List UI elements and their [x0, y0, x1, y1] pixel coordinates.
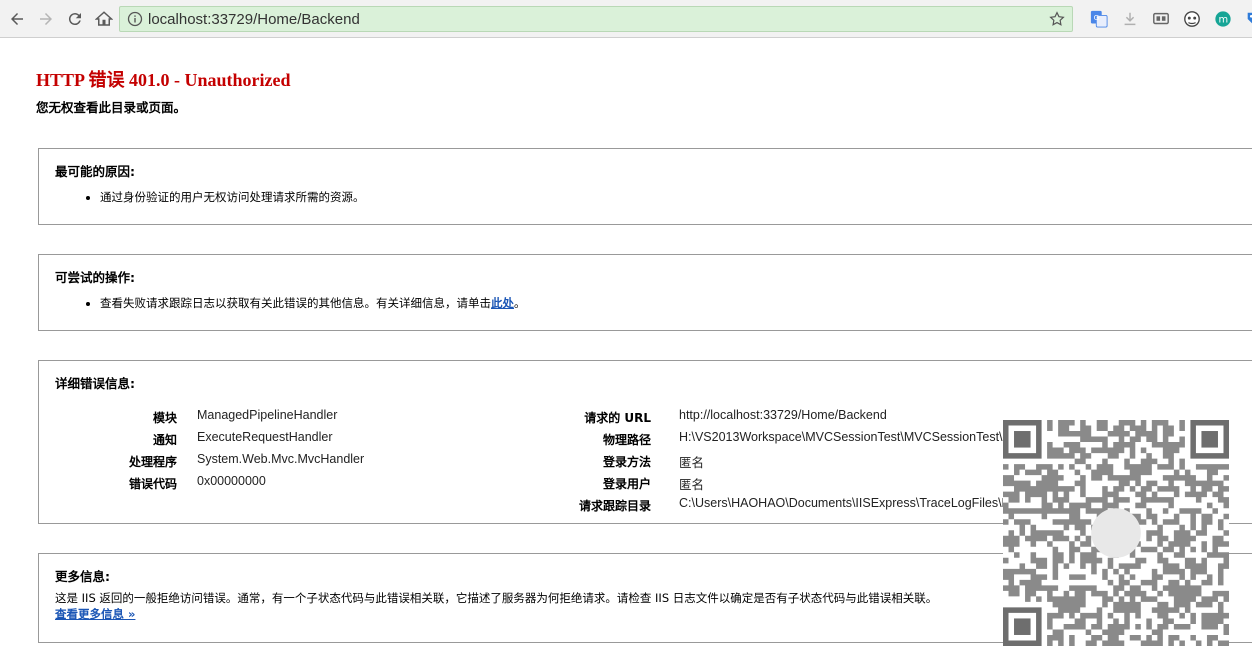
- detail-label-url: 请求的 URL: [584, 411, 651, 425]
- detail-value-handler: System.Web.Mvc.MvcHandler: [197, 452, 365, 466]
- actions-list: 查看失败请求跟踪日志以获取有关此错误的其他信息。有关详细信息，请单击此处。: [100, 295, 526, 311]
- tag-extension[interactable]: [1244, 9, 1252, 29]
- bookmark-star-icon[interactable]: [1048, 10, 1066, 28]
- home-button[interactable]: [92, 7, 116, 31]
- causes-section: 最可能的原因: 通过身份验证的用户无权访问处理请求所需的资源。: [38, 148, 1252, 225]
- tag-icon: [1247, 12, 1252, 24]
- detail-label-logon-user: 登录用户: [602, 477, 651, 491]
- more-heading: 更多信息:: [55, 569, 110, 584]
- qr-finder-pattern: [1003, 607, 1042, 646]
- more-info-link[interactable]: 查看更多信息 »: [55, 606, 135, 622]
- detail-label-handler: 处理程序: [128, 455, 177, 469]
- error-title: HTTP 错误 401.0 - Unauthorized: [36, 70, 291, 90]
- action-text: 查看失败请求跟踪日志以获取有关此错误的其他信息。有关详细信息，请单击: [100, 296, 491, 310]
- error-page: HTTP 错误 401.0 - Unauthorized 您无权查看此目录或页面…: [0, 38, 1252, 646]
- more-text: 这是 IIS 返回的一般拒绝访问错误。通常，有一个子状态代码与此错误相关联，它描…: [55, 591, 938, 605]
- detail-value-logon-user: 匿名: [679, 478, 705, 492]
- url-text[interactable]: localhost:33729/Home/Backend: [148, 11, 360, 28]
- list-item: 通过身份验证的用户无权访问处理请求所需的资源。: [100, 189, 365, 205]
- svg-text:G: G: [1094, 13, 1100, 22]
- forward-arrow-icon: [40, 12, 52, 25]
- qr-finder-pattern: [1003, 420, 1042, 459]
- causes-list: 通过身份验证的用户无权访问处理请求所需的资源。: [100, 189, 365, 205]
- detail-value-error-code: 0x00000000: [197, 474, 266, 488]
- svg-text:m: m: [1219, 15, 1229, 26]
- translate-icon: G: [1090, 10, 1108, 28]
- detail-label-physical-path: 物理路径: [602, 433, 651, 447]
- details-heading: 详细错误信息:: [55, 376, 135, 391]
- error-subtitle: 您无权查看此目录或页面。: [36, 100, 187, 115]
- ghost-icon: [1184, 11, 1200, 27]
- list-item: 查看失败请求跟踪日志以获取有关此错误的其他信息。有关详细信息，请单击此处。: [100, 295, 526, 311]
- address-bar[interactable]: localhost:33729/Home/Backend: [119, 6, 1073, 32]
- forward-button[interactable]: [34, 7, 58, 31]
- download-extension[interactable]: [1120, 9, 1140, 29]
- translate-extension[interactable]: G: [1089, 9, 1109, 29]
- detail-value-notification: ExecuteRequestHandler: [197, 430, 333, 444]
- detail-value-module: ManagedPipelineHandler: [197, 408, 338, 422]
- info-icon[interactable]: [127, 11, 143, 27]
- m-extension[interactable]: m: [1213, 9, 1233, 29]
- ghost-extension[interactable]: [1182, 9, 1202, 29]
- extensions-area: G m: [1078, 7, 1252, 31]
- browser-toolbar: localhost:33729/Home/Backend G m: [0, 0, 1252, 38]
- back-button[interactable]: [5, 7, 29, 31]
- qr-finder-pattern: [1190, 420, 1229, 459]
- detail-label-trace-dir: 请求跟踪目录: [578, 499, 651, 513]
- here-link[interactable]: 此处: [491, 296, 514, 310]
- detail-value-logon-method: 匿名: [679, 456, 705, 470]
- cast-extension[interactable]: [1151, 9, 1171, 29]
- actions-heading: 可尝试的操作:: [55, 270, 135, 285]
- back-arrow-icon: [11, 12, 23, 25]
- reload-button[interactable]: [63, 7, 87, 31]
- detail-label-logon-method: 登录方法: [602, 455, 651, 469]
- home-icon: [95, 10, 113, 26]
- detail-value-url: http://localhost:33729/Home/Backend: [679, 408, 887, 422]
- qr-code-image: [1003, 420, 1229, 646]
- detail-label-error-code: 错误代码: [128, 477, 177, 491]
- cast-icon: [1153, 12, 1169, 25]
- action-end: 。: [514, 296, 526, 310]
- m-badge-icon: m: [1215, 11, 1231, 27]
- reload-icon: [68, 12, 81, 25]
- qr-center-logo: [1091, 508, 1141, 558]
- detail-label-module: 模块: [152, 411, 177, 425]
- download-icon: [1124, 12, 1136, 26]
- causes-heading: 最可能的原因:: [55, 164, 135, 179]
- actions-section: 可尝试的操作: 查看失败请求跟踪日志以获取有关此错误的其他信息。有关详细信息，请…: [38, 254, 1252, 331]
- detail-label-notification: 通知: [152, 433, 177, 447]
